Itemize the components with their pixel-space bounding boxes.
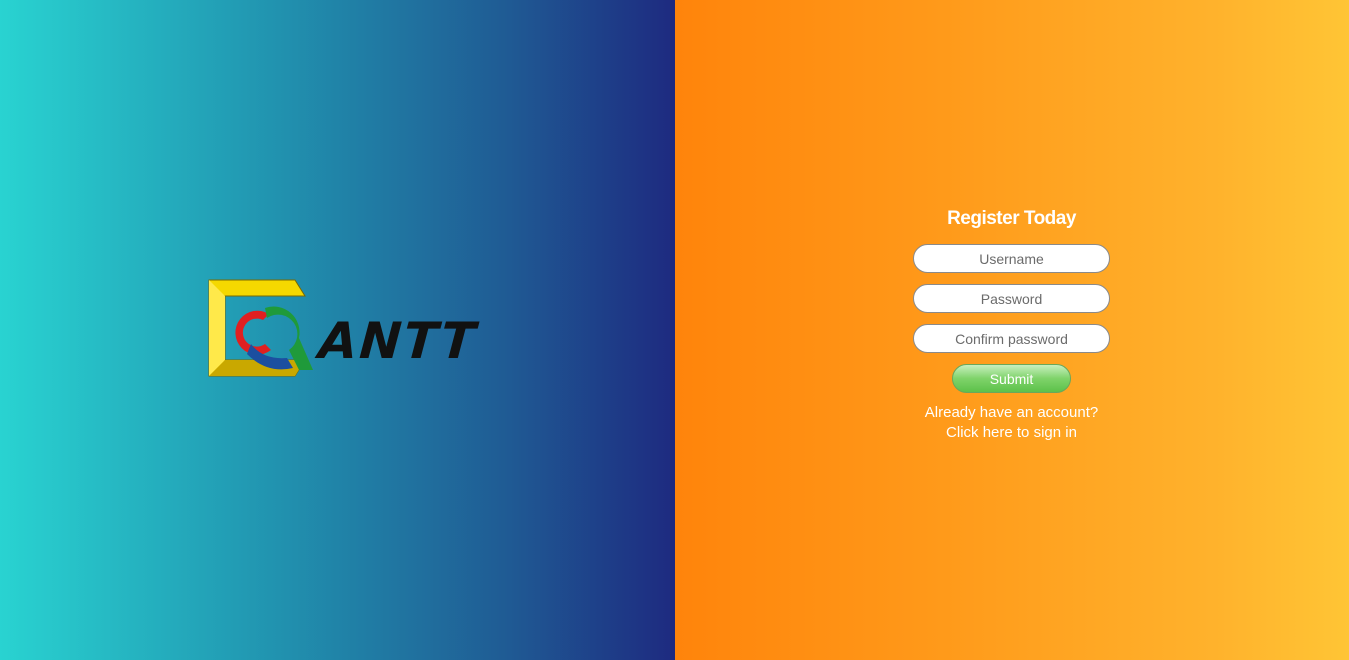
register-form: Register Today Submit Already have an ac…	[913, 208, 1110, 443]
form-title: Register Today	[947, 208, 1076, 229]
submit-button[interactable]: Submit	[952, 364, 1071, 393]
signin-prompt: Already have an account? Click here to s…	[925, 403, 1098, 443]
form-panel: Register Today Submit Already have an ac…	[675, 0, 1349, 660]
brand-panel: ANTT	[0, 0, 675, 660]
username-input[interactable]	[913, 244, 1110, 273]
account-prompt-text: Already have an account?	[924, 404, 1099, 421]
logo-text: ANTT	[316, 312, 479, 370]
register-page: ANTT Register Today Submit Already have …	[0, 0, 1349, 660]
logo: ANTT	[207, 278, 479, 378]
password-input[interactable]	[913, 284, 1110, 313]
gantt-logo-icon	[208, 279, 313, 377]
confirm-password-input[interactable]	[913, 324, 1110, 353]
signin-link[interactable]: Click here to sign in	[946, 424, 1077, 441]
